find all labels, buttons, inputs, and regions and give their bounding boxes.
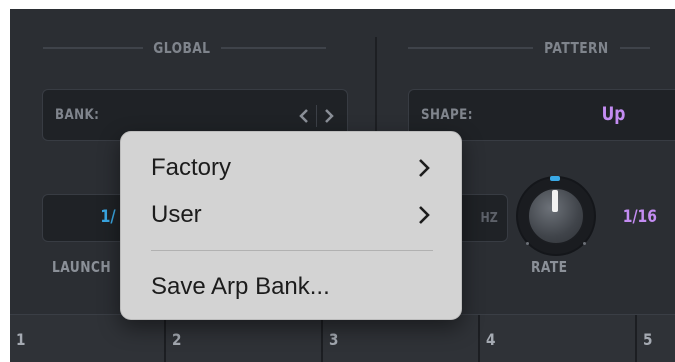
knob-indicator <box>550 176 560 181</box>
chevron-left-icon <box>299 109 308 123</box>
menu-item-factory[interactable]: Factory <box>131 147 453 189</box>
step-label: 1 <box>16 329 26 349</box>
global-title: GLOBAL <box>153 39 211 57</box>
rate-label: RATE <box>531 258 568 276</box>
knob-tick <box>526 242 529 245</box>
step-label: 3 <box>329 329 339 349</box>
knob-tick <box>583 242 586 245</box>
bank-next-button[interactable] <box>317 102 341 130</box>
menu-item-label: Save Arp Bank... <box>151 273 330 300</box>
menu-item-label: Factory <box>151 154 232 181</box>
step-1[interactable]: 1 <box>10 315 166 362</box>
step-label: 4 <box>486 329 496 349</box>
step-3[interactable]: 3 <box>323 315 480 362</box>
bank-prev-button[interactable] <box>292 102 316 130</box>
submenu-chevron-icon <box>419 206 430 224</box>
divider-line <box>43 47 143 49</box>
divider-line <box>220 47 326 49</box>
shape-value: Up <box>601 103 626 125</box>
sequencer-bar: 1 2 3 4 5 <box>10 314 675 362</box>
shape-label: SHAPE: <box>421 107 473 123</box>
launch-label: LAUNCH <box>52 258 112 276</box>
menu-item-save-arp-bank[interactable]: Save Arp Bank... <box>131 266 453 308</box>
global-section-header: GLOBAL <box>43 37 349 59</box>
rate-value: 1/16 <box>622 207 657 227</box>
step-2[interactable]: 2 <box>166 315 323 362</box>
step-label: 5 <box>643 329 653 349</box>
menu-separator <box>151 250 433 251</box>
bank-context-menu: Factory User Save Arp Bank... <box>120 131 462 320</box>
chevron-right-icon <box>325 109 334 123</box>
menu-item-label: User <box>151 201 202 228</box>
bank-label: BANK: <box>55 107 100 123</box>
menu-item-user[interactable]: User <box>131 194 453 236</box>
launch-value: 1/ <box>100 207 116 227</box>
knob-pointer <box>552 190 558 212</box>
rate-knob[interactable] <box>516 176 596 256</box>
divider-line <box>619 47 650 49</box>
bank-nav <box>292 102 341 130</box>
rate-hz-label: HZ <box>480 211 498 226</box>
pattern-section-header: PATTERN <box>408 37 675 59</box>
divider-line <box>408 47 533 49</box>
step-5[interactable]: 5 <box>637 315 675 362</box>
step-label: 2 <box>172 329 182 349</box>
pattern-title: PATTERN <box>544 39 609 57</box>
step-4[interactable]: 4 <box>480 315 637 362</box>
submenu-chevron-icon <box>419 159 430 177</box>
